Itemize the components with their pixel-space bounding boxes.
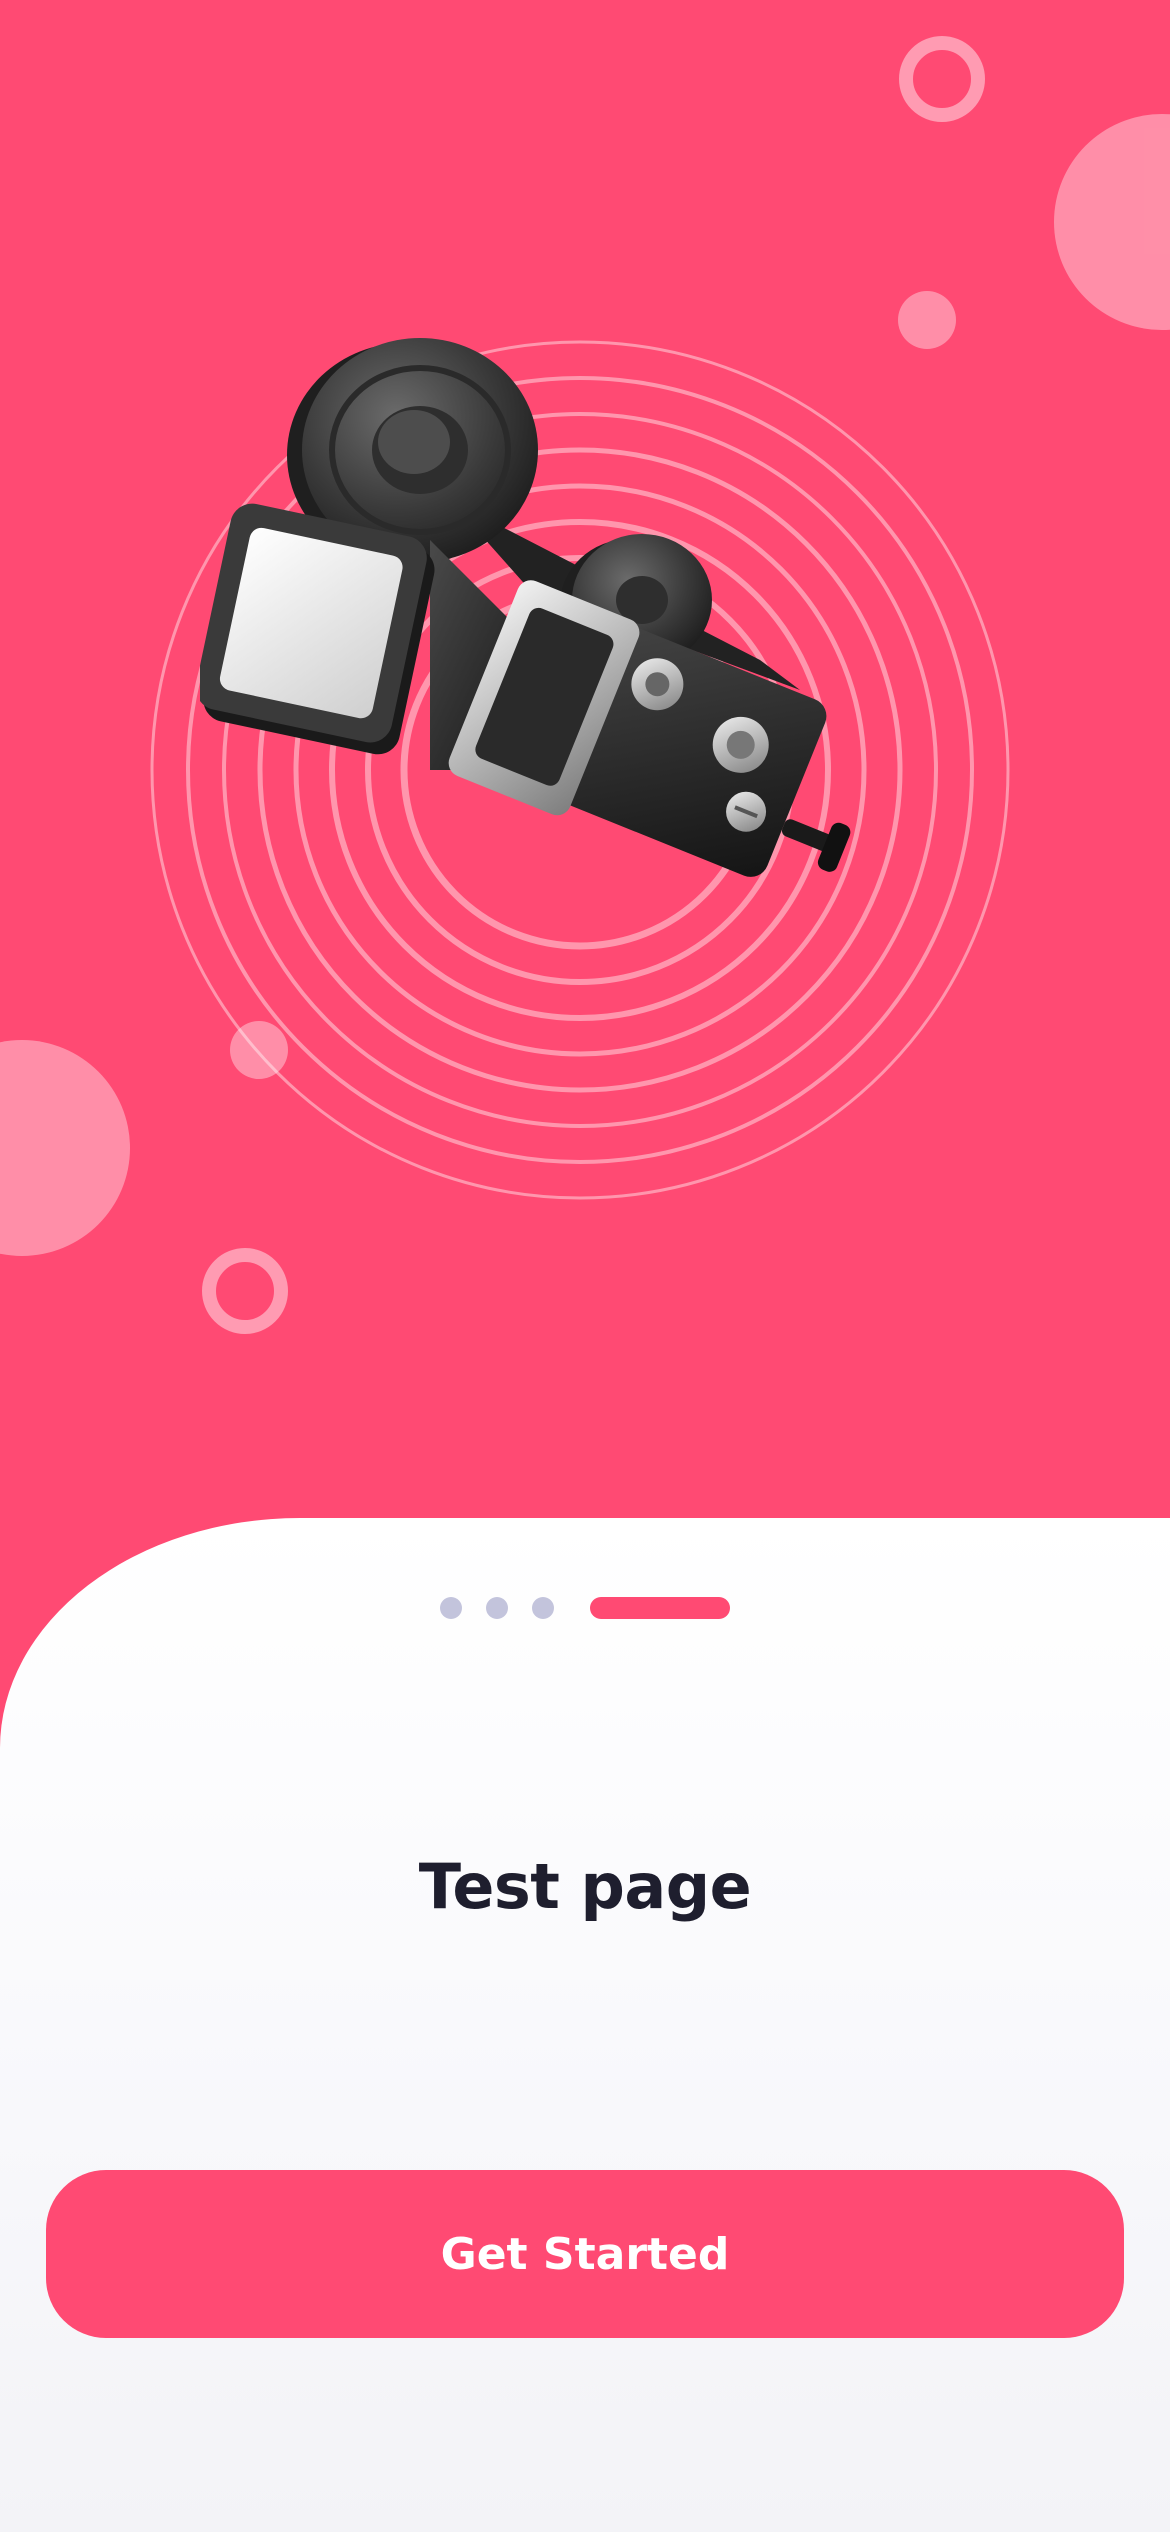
hero-section: [0, 0, 1170, 1600]
get-started-button[interactable]: Get Started: [46, 2170, 1124, 2338]
decorative-ring-bottom: [202, 1248, 288, 1334]
page-dot-1[interactable]: [440, 1597, 462, 1619]
onboarding-card: [0, 1518, 1170, 2532]
decorative-bubble-top-right: [1054, 114, 1170, 330]
decorative-ring-top: [899, 36, 985, 122]
decorative-bubble-left: [0, 1040, 130, 1256]
page-title: Test page: [418, 1850, 752, 1923]
page-dot-2[interactable]: [486, 1597, 508, 1619]
page-indicator: [0, 1596, 1170, 1620]
page-dot-3[interactable]: [532, 1597, 554, 1619]
movie-camera-icon: [200, 338, 851, 877]
page-dot-4-active[interactable]: [590, 1597, 730, 1619]
